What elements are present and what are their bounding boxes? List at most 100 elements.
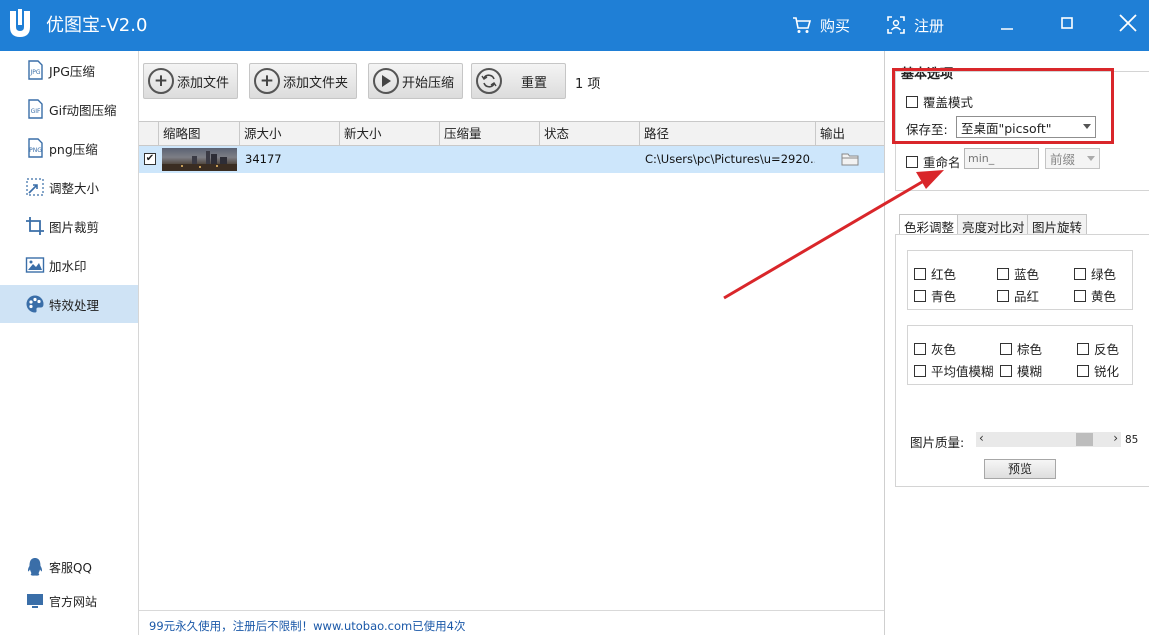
red-checkbox[interactable]: 红色 bbox=[914, 264, 956, 283]
status-text[interactable]: 99元永久使用，注册后不限制！www.utobao.com已使用4次 bbox=[149, 618, 466, 634]
checkbox-box bbox=[1074, 267, 1086, 280]
average-blur-checkbox[interactable]: 平均值模糊 bbox=[914, 361, 994, 380]
gray-checkbox[interactable]: 灰色 bbox=[914, 339, 956, 358]
customer-service-qq[interactable]: 客服QQ bbox=[0, 555, 138, 579]
crop-icon bbox=[24, 215, 46, 237]
close-button[interactable] bbox=[1111, 8, 1145, 38]
tab-image-rotate[interactable]: 图片旋转 bbox=[1027, 214, 1088, 235]
gif-icon: GIF bbox=[24, 98, 46, 120]
item-count: 1 项 bbox=[575, 77, 601, 92]
column-header-status[interactable]: 状态 bbox=[539, 122, 639, 146]
add-folder-button[interactable]: + 添加文件夹 bbox=[249, 63, 357, 99]
preview-button[interactable]: 预览 bbox=[984, 459, 1056, 479]
cyan-checkbox[interactable]: 青色 bbox=[914, 286, 956, 305]
chevron-left-icon[interactable]: ‹ bbox=[979, 431, 984, 445]
cell-new-size bbox=[339, 146, 439, 173]
rename-input[interactable] bbox=[964, 148, 1039, 169]
status-bar: 99元永久使用，注册后不限制！www.utobao.com已使用4次 bbox=[139, 610, 884, 635]
sidebar-item-watermark[interactable]: 加水印 bbox=[0, 246, 138, 284]
sidebar-item-label: 特效处理 bbox=[49, 297, 100, 313]
cart-icon bbox=[793, 17, 812, 33]
prefix-dropdown[interactable]: 前缀 bbox=[1045, 148, 1100, 169]
blue-checkbox[interactable]: 蓝色 bbox=[997, 264, 1039, 283]
title-bar: 优图宝-V2.0 购买 注册 bbox=[0, 0, 1149, 51]
minimize-button[interactable] bbox=[990, 8, 1024, 38]
column-header-path[interactable]: 路径 bbox=[639, 122, 815, 146]
chevron-down-icon bbox=[1087, 156, 1095, 161]
sidebar-item-label: png压缩 bbox=[49, 141, 98, 157]
sidebar-item-effects[interactable]: 特效处理 bbox=[0, 285, 138, 323]
svg-text:PNG: PNG bbox=[29, 147, 42, 154]
add-folder-label: 添加文件夹 bbox=[283, 75, 349, 91]
register-button[interactable]: 注册 bbox=[886, 14, 944, 36]
checkbox-box bbox=[914, 342, 926, 355]
cell-status bbox=[539, 146, 639, 173]
checkbox-box bbox=[914, 364, 926, 377]
tab-brightness-contrast[interactable]: 亮度对比对 bbox=[957, 214, 1030, 235]
open-output-folder-button[interactable] bbox=[815, 146, 884, 173]
rename-checkbox[interactable]: 重命名 bbox=[906, 152, 961, 171]
sidebar-item-png[interactable]: PNG png压缩 bbox=[0, 129, 138, 167]
green-label: 绿色 bbox=[1091, 267, 1117, 282]
yellow-checkbox[interactable]: 黄色 bbox=[1074, 286, 1116, 305]
reset-button[interactable]: 重置 bbox=[471, 63, 566, 99]
checkbox-box bbox=[906, 155, 918, 168]
checkbox-box bbox=[1077, 364, 1089, 377]
refresh-icon bbox=[476, 68, 502, 94]
sidebar-item-crop[interactable]: 图片裁剪 bbox=[0, 207, 138, 245]
monitor-icon bbox=[24, 591, 46, 611]
file-table: 缩略图 源大小 新大小 压缩量 状态 路径 输出 ✔ 34177 C:\User… bbox=[139, 121, 884, 610]
invert-checkbox[interactable]: 反色 bbox=[1077, 339, 1119, 358]
checkbox-box bbox=[1000, 342, 1012, 355]
sidebar-item-gif[interactable]: GIF Gif动图压缩 bbox=[0, 90, 138, 128]
app-logo-icon bbox=[10, 9, 30, 37]
sharpen-checkbox[interactable]: 锐化 bbox=[1077, 361, 1119, 380]
play-icon bbox=[373, 68, 399, 94]
row-checkbox[interactable]: ✔ bbox=[144, 153, 156, 165]
column-header-output[interactable]: 输出 bbox=[815, 122, 884, 146]
tab-color-adjust[interactable]: 色彩调整 bbox=[899, 214, 960, 235]
sidebar-item-resize[interactable]: 调整大小 bbox=[0, 168, 138, 206]
checkbox-box bbox=[1077, 342, 1089, 355]
register-icon bbox=[887, 16, 905, 34]
sidebar-item-jpg[interactable]: JPG JPG压缩 bbox=[0, 51, 138, 89]
thumbnail-image bbox=[162, 148, 237, 171]
official-website[interactable]: 官方网站 bbox=[0, 589, 138, 613]
folder-icon bbox=[841, 153, 859, 166]
quality-value: 85 bbox=[1125, 434, 1139, 446]
start-compress-button[interactable]: 开始压缩 bbox=[368, 63, 463, 99]
gray-label: 灰色 bbox=[931, 342, 957, 357]
table-header: 缩略图 源大小 新大小 压缩量 状态 路径 输出 bbox=[139, 122, 884, 146]
quality-label: 图片质量: bbox=[910, 435, 965, 450]
sidebar-item-label: JPG压缩 bbox=[49, 63, 95, 79]
png-icon: PNG bbox=[24, 137, 46, 159]
qq-icon bbox=[24, 557, 46, 577]
green-checkbox[interactable]: 绿色 bbox=[1074, 264, 1116, 283]
sidebar-item-label: 加水印 bbox=[49, 258, 87, 274]
rename-label: 重命名 bbox=[923, 155, 961, 170]
checkbox-box bbox=[1074, 289, 1086, 302]
column-header-source-size[interactable]: 源大小 bbox=[239, 122, 339, 146]
maximize-button[interactable] bbox=[1050, 8, 1084, 38]
brown-checkbox[interactable]: 棕色 bbox=[1000, 339, 1042, 358]
buy-button[interactable]: 购买 bbox=[792, 14, 850, 36]
blur-label: 模糊 bbox=[1017, 364, 1043, 379]
add-file-button[interactable]: + 添加文件 bbox=[143, 63, 238, 99]
plus-icon: + bbox=[254, 68, 280, 94]
column-header-thumbnail[interactable]: 缩略图 bbox=[158, 122, 239, 146]
checkbox-box bbox=[997, 267, 1009, 280]
quality-slider[interactable]: ‹ › bbox=[976, 431, 1121, 447]
sidebar: JPG JPG压缩 GIF Gif动图压缩 PNG png压缩 调整大小 图片裁… bbox=[0, 51, 139, 635]
close-icon bbox=[1119, 14, 1137, 32]
column-header-reduction[interactable]: 压缩量 bbox=[439, 122, 539, 146]
toolbar: + 添加文件 + 添加文件夹 开始压缩 重置 1 项 bbox=[139, 51, 883, 121]
chevron-right-icon[interactable]: › bbox=[1113, 431, 1118, 445]
app-title: 优图宝-V2.0 bbox=[46, 15, 148, 36]
column-header-new-size[interactable]: 新大小 bbox=[339, 122, 439, 146]
magenta-checkbox[interactable]: 品红 bbox=[997, 286, 1039, 305]
blur-checkbox[interactable]: 模糊 bbox=[1000, 361, 1042, 380]
cell-source-size: 34177 bbox=[245, 152, 282, 166]
slider-thumb[interactable] bbox=[1075, 433, 1093, 446]
annotation-highlight-box bbox=[892, 68, 1114, 144]
table-row[interactable]: ✔ 34177 C:\Users\pc\Pictures\u=2920... bbox=[139, 146, 884, 173]
